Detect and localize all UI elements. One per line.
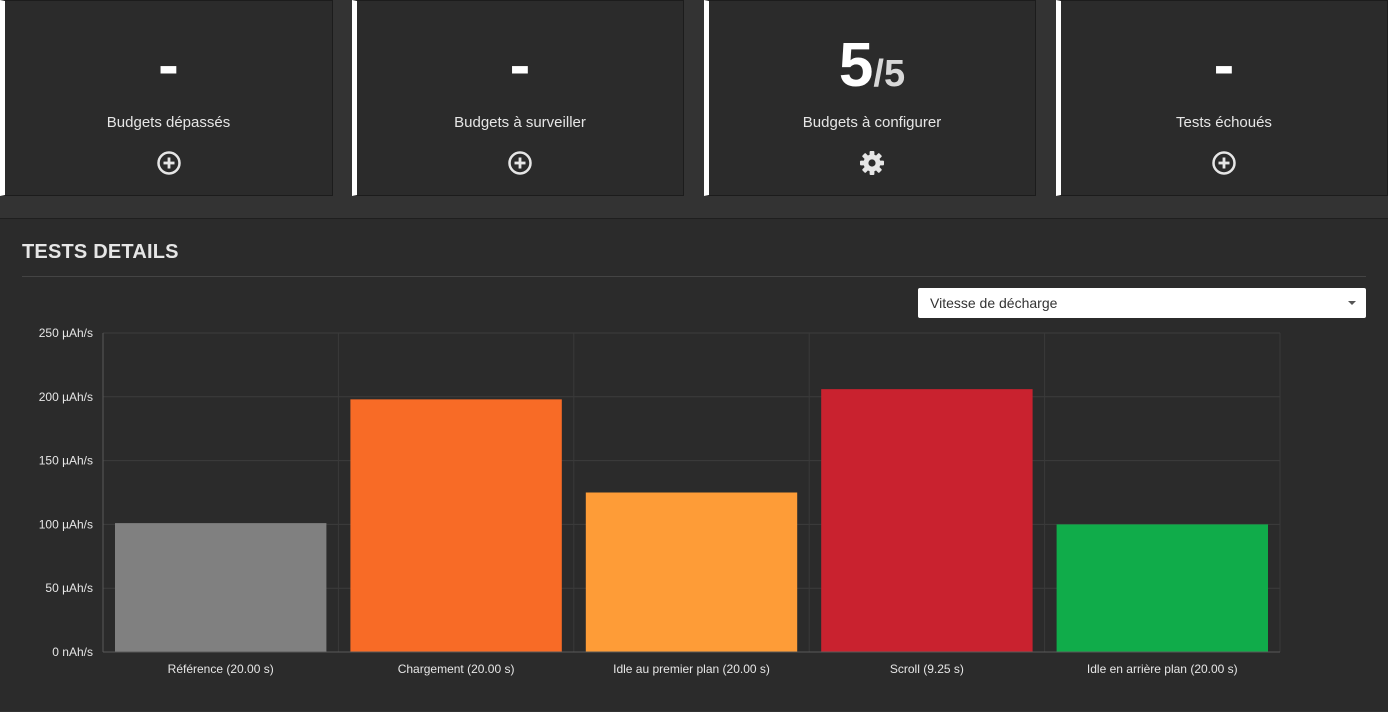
y-tick-label: 50 µAh/s: [45, 581, 93, 595]
y-tick-label: 150 µAh/s: [39, 454, 93, 468]
card-label: Budgets dépassés: [106, 114, 231, 131]
card-label: Tests échoués: [1176, 114, 1272, 131]
bar: [585, 492, 798, 652]
x-tick-label: Chargement (20.00 s): [398, 662, 515, 676]
y-tick-label: 250 µAh/s: [39, 326, 93, 340]
card-value: -: [158, 31, 179, 100]
y-tick-label: 200 µAh/s: [39, 390, 93, 404]
gear-icon[interactable]: [859, 150, 885, 176]
card-tests-echoues: - Tests échoués: [1056, 0, 1388, 196]
y-tick-label: 100 µAh/s: [39, 517, 93, 531]
card-label: Budgets à configurer: [802, 114, 942, 131]
card-value: -: [509, 31, 531, 100]
y-tick-label: 0 nAh/s: [52, 645, 93, 659]
x-tick-label: Idle au premier plan (20.00 s): [613, 662, 770, 676]
card-budgets-a-configurer: 5/5 Budgets à configurer: [704, 0, 1036, 196]
bar: [1056, 524, 1268, 652]
bar: [115, 523, 327, 652]
bar: [350, 399, 562, 652]
bar: [821, 389, 1033, 652]
x-tick-label: Idle en arrière plan (20.00 s): [1087, 662, 1238, 676]
tests-details-panel: TESTS DETAILS Vitesse de décharge 0 nAh/…: [0, 218, 1388, 711]
card-budgets-a-surveiller: - Budgets à surveiller: [352, 0, 684, 196]
card-value: 5/5: [838, 31, 906, 100]
x-tick-label: Référence (20.00 s): [168, 662, 274, 676]
bar-chart: 0 nAh/s 50 µAh/s 100 µAh/s 150 µAh/s 200 µAh…: [39, 326, 1281, 676]
card-value: -: [1213, 31, 1235, 100]
plus-circle-icon[interactable]: [507, 150, 533, 176]
plus-circle-icon[interactable]: [156, 150, 182, 176]
card-label: Budgets à surveiller: [454, 114, 586, 131]
plus-circle-icon[interactable]: [1211, 150, 1237, 176]
card-budgets-depasses: - Budgets dépassés: [0, 0, 333, 196]
x-tick-label: Scroll (9.25 s): [890, 662, 964, 676]
